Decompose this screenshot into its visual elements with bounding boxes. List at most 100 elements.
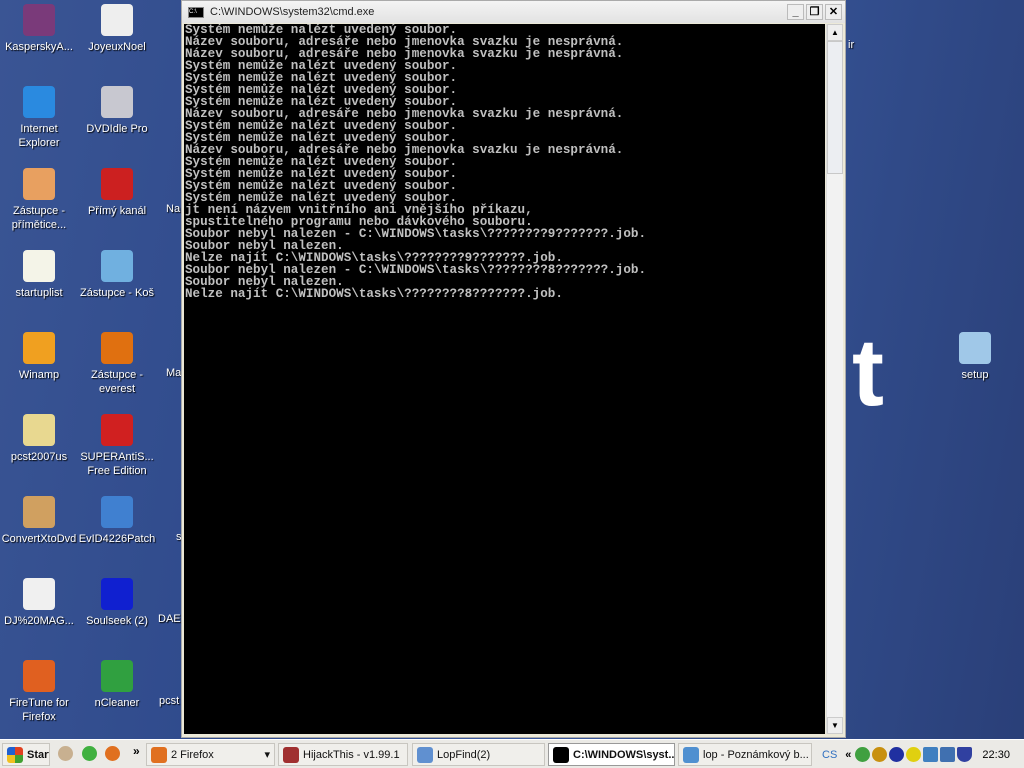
- desktop-icon-label: setup: [961, 369, 989, 381]
- desktop-icon-image: [101, 168, 133, 200]
- clock[interactable]: 22:30: [982, 749, 1010, 761]
- close-button[interactable]: ✕: [825, 4, 842, 20]
- desktop-icon-image: [23, 168, 55, 200]
- quicklaunch-show-desktop-icon[interactable]: [58, 746, 73, 761]
- desktop-icon-image: [23, 414, 55, 446]
- taskbar-button[interactable]: LopFind(2): [412, 743, 545, 766]
- desktop-icon-image: [23, 4, 55, 36]
- desktop-icon[interactable]: ConvertXtoDvd: [0, 496, 78, 546]
- task-label: HijackThis - v1.99.1: [303, 748, 400, 761]
- desktop-icon-label: Zástupce - přímětice...: [11, 205, 67, 231]
- partial-icon-label: Na: [166, 203, 181, 215]
- desktop-icon-label: JoyeuxNoel: [88, 41, 146, 53]
- desktop-icon-label: SUPERAntiS... Free Edition: [80, 451, 154, 477]
- task-app-icon: [417, 746, 433, 763]
- desktop-icon[interactable]: Zástupce - přímětice...: [0, 168, 78, 232]
- desktop-icon-label: KasperskyA...: [5, 41, 73, 53]
- desktop-icon[interactable]: EvID4226Patch: [78, 496, 156, 546]
- group-dropdown-icon[interactable]: ▾: [264, 748, 270, 761]
- scroll-thumb[interactable]: [827, 41, 843, 174]
- desktop-icon-image: [101, 250, 133, 282]
- task-label: C:\WINDOWS\syst...: [573, 748, 675, 761]
- desktop-icon-image: [101, 4, 133, 36]
- desktop-icon[interactable]: Internet Explorer: [0, 86, 78, 150]
- desktop-icon-image: [23, 332, 55, 364]
- desktop-icon-label: EvID4226Patch: [78, 533, 156, 545]
- desktop-icon[interactable]: nCleaner: [78, 660, 156, 710]
- desktop-icon[interactable]: setup: [936, 332, 1014, 382]
- task-app-icon: [683, 746, 699, 763]
- tray-shield-icon[interactable]: [957, 747, 973, 762]
- desktop-icon-label: DJ%20MAG...: [4, 615, 74, 627]
- desktop-icon[interactable]: Zástupce - Koš: [78, 250, 156, 300]
- language-indicator[interactable]: CS: [822, 749, 837, 761]
- desktop-icon-label: Internet Explorer: [18, 123, 60, 149]
- tray-phone-icon[interactable]: [906, 747, 922, 762]
- desktop-icon[interactable]: SUPERAntiS... Free Edition: [78, 414, 156, 478]
- tray-network-icon-2[interactable]: [940, 747, 956, 762]
- scroll-up-button[interactable]: ▲: [827, 24, 843, 41]
- desktop-icon-label: Soulseek (2): [86, 615, 148, 627]
- desktop-icon[interactable]: DVDIdle Pro: [78, 86, 156, 136]
- desktop-icon[interactable]: Zástupce - everest: [78, 332, 156, 396]
- desktop-icon[interactable]: FireTune for Firefox: [0, 660, 78, 724]
- quicklaunch-icq-icon[interactable]: [82, 746, 97, 761]
- desktop-icon-image: [23, 86, 55, 118]
- vertical-scrollbar[interactable]: ▲ ▼: [826, 24, 843, 734]
- desktop-icon-image: [23, 250, 55, 282]
- desktop-icon-image: [23, 496, 55, 528]
- start-button[interactable]: Start: [2, 743, 50, 766]
- wallpaper-letter: t: [852, 319, 884, 426]
- desktop-icon-label: ConvertXtoDvd: [1, 533, 77, 545]
- tray-icq-icon[interactable]: [855, 747, 871, 762]
- tray-network-icon[interactable]: [923, 747, 939, 762]
- desktop-icon-label: FireTune for Firefox: [9, 697, 69, 723]
- task-label: LopFind(2): [437, 748, 491, 761]
- desktop-icon-image: [101, 578, 133, 610]
- taskbar-button[interactable]: lop - Poznámkový b...: [678, 743, 812, 766]
- desktop-icon-label: Winamp: [18, 369, 60, 381]
- title-bar[interactable]: C:\ C:\WINDOWS\system32\cmd.exe _ ❐ ✕: [182, 1, 845, 23]
- desktop-icon-label: nCleaner: [94, 697, 140, 709]
- desktop-icon-image: [101, 496, 133, 528]
- system-tray: CS « 22:30: [818, 742, 1024, 767]
- restore-button[interactable]: ❐: [806, 4, 823, 20]
- tray-clock-app-icon[interactable]: [889, 747, 905, 762]
- minimize-button[interactable]: _: [787, 4, 804, 20]
- desktop-icon-label: DVDIdle Pro: [86, 123, 148, 135]
- desktop-icon-label: pcst2007us: [10, 451, 68, 463]
- desktop-icon-image: [101, 86, 133, 118]
- taskbar-button[interactable]: HijackThis - v1.99.1: [278, 743, 408, 766]
- desktop-icon-image: [23, 660, 55, 692]
- desktop-icon-image: [959, 332, 991, 364]
- desktop-icon[interactable]: Přímý kanál: [78, 168, 156, 218]
- desktop-icon[interactable]: KasperskyA...: [0, 4, 78, 54]
- desktop-icon[interactable]: DJ%20MAG...: [0, 578, 78, 628]
- desktop-icon[interactable]: Soulseek (2): [78, 578, 156, 628]
- tray-expand-button[interactable]: «: [845, 749, 851, 761]
- taskbar-button[interactable]: C:\WINDOWS\syst...: [548, 743, 675, 766]
- desktop-icon-label: Přímý kanál: [87, 205, 147, 217]
- partial-icon-label: Ma: [166, 367, 182, 379]
- desktop-icon-image: [101, 660, 133, 692]
- taskbar-button[interactable]: 2 Firefox ▾: [146, 743, 275, 766]
- desktop-icon-label: Zástupce - everest: [91, 369, 143, 395]
- task-app-icon: [553, 746, 569, 763]
- desktop-icon[interactable]: startuplist: [0, 250, 78, 300]
- quicklaunch-firefox-icon[interactable]: [105, 746, 120, 761]
- desktop-icon-label: startuplist: [15, 287, 63, 299]
- desktop-icon-image: [101, 414, 133, 446]
- quicklaunch-chevron[interactable]: »: [133, 744, 140, 758]
- partial-icon-label: ir: [848, 39, 855, 51]
- desktop-icon[interactable]: Winamp: [0, 332, 78, 382]
- task-label: 2 Firefox: [171, 748, 214, 761]
- desktop-icon-image: [101, 332, 133, 364]
- console-line: Nelze najít C:\WINDOWS\tasks\????????8??…: [185, 287, 563, 301]
- tray-network-globe-icon[interactable]: [872, 747, 888, 762]
- console-output[interactable]: Systém nemůže nalézt uvedený soubor. Náze…: [184, 24, 825, 734]
- desktop-icon[interactable]: JoyeuxNoel: [78, 4, 156, 54]
- partial-icon-label: pcst: [159, 695, 180, 707]
- scroll-down-button[interactable]: ▼: [827, 717, 843, 734]
- desktop-icon[interactable]: pcst2007us: [0, 414, 78, 464]
- cmd-window: C:\ C:\WINDOWS\system32\cmd.exe _ ❐ ✕ Sy…: [181, 0, 846, 738]
